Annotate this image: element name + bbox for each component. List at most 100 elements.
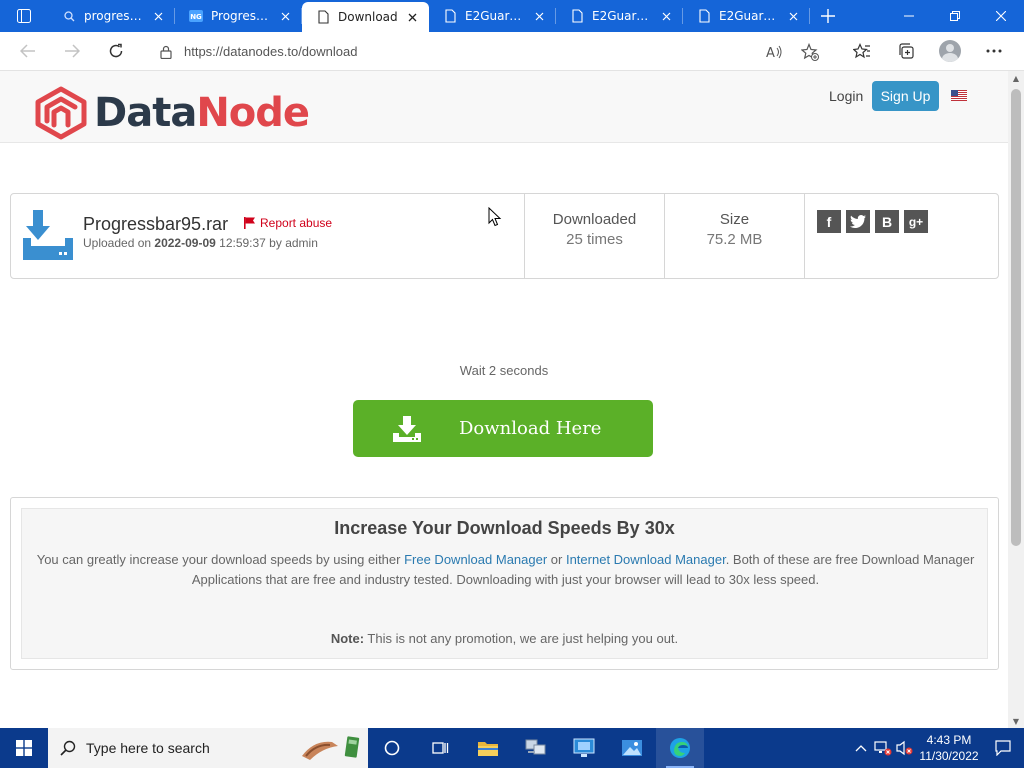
page-viewport: DataNode Login Sign Up Progressbar95.rar… [0, 71, 1008, 728]
back-arrow-icon [20, 44, 35, 58]
login-link[interactable]: Login [829, 88, 863, 104]
restore-button[interactable] [932, 0, 978, 32]
taskbar-search-box[interactable]: Type here to search [48, 728, 368, 768]
remote-desktop-icon [573, 738, 595, 757]
back-button[interactable] [6, 33, 50, 69]
windows-logo-icon [16, 740, 32, 756]
close-icon[interactable] [532, 12, 546, 21]
window-controls [886, 0, 1024, 32]
collections-icon [899, 43, 914, 59]
report-abuse-link[interactable]: Report abuse [244, 216, 332, 230]
system-tray: 4:43 PM 11/30/2022 [850, 728, 1024, 768]
page-scrollbar[interactable]: ▲ ▼ [1008, 71, 1024, 728]
profile-button[interactable] [928, 33, 972, 69]
forward-arrow-icon [65, 44, 80, 58]
chevron-up-icon [855, 745, 867, 752]
remote-desktop-button[interactable] [560, 728, 608, 768]
tab-progressbar[interactable]: NG Progressbar [175, 0, 302, 32]
speed-info-text-part: You can greatly increase your download s… [36, 552, 405, 567]
show-hidden-icons-button[interactable] [850, 728, 872, 768]
scrollbar-thumb[interactable] [1011, 89, 1021, 546]
edge-icon [670, 738, 690, 758]
speed-info-text: You can greatly increase your download s… [34, 550, 977, 590]
forward-button[interactable] [50, 33, 94, 69]
tab-title: E2Guardian [465, 9, 532, 23]
tab-title: E2Guardian [719, 9, 786, 23]
close-icon [996, 11, 1006, 21]
avatar [939, 40, 961, 62]
tab-download-active[interactable]: Download [302, 2, 429, 32]
volume-button[interactable] [894, 728, 916, 768]
tab-title: Download [338, 10, 398, 24]
tab-e2guardian-3[interactable]: E2Guardian [683, 0, 810, 32]
more-dots-icon [986, 49, 1002, 53]
us-flag-icon[interactable] [951, 90, 967, 101]
add-favorite-button[interactable] [792, 34, 828, 70]
start-button[interactable] [0, 728, 48, 768]
favorites-icon [853, 43, 870, 59]
logo-text-node: Node [196, 90, 310, 136]
lock-icon[interactable] [148, 45, 184, 59]
close-icon[interactable] [278, 12, 292, 21]
task-view-button[interactable] [416, 728, 464, 768]
notification-center-button[interactable] [982, 728, 1024, 768]
tab-e2guardian-2[interactable]: E2Guardian [556, 0, 683, 32]
url-text[interactable]: https://datanodes.to/download [184, 44, 357, 59]
blogger-share-button[interactable]: B [875, 210, 899, 233]
downloaded-label: Downloaded [552, 211, 637, 228]
network-status-button[interactable] [872, 728, 894, 768]
promotion-note: Note: This is not any promotion, we are … [22, 631, 987, 646]
speed-info-title: Increase Your Download Speeds By 30x [334, 518, 675, 538]
close-icon[interactable] [405, 13, 419, 22]
report-abuse-label: Report abuse [260, 216, 333, 230]
tab-actions-button[interactable] [0, 0, 48, 32]
tab-progressbar-search[interactable]: progressbar [48, 0, 175, 32]
refresh-button[interactable] [94, 33, 138, 69]
read-aloud-button[interactable]: A [756, 34, 792, 70]
file-explorer-button[interactable] [464, 728, 512, 768]
social-share: f B g+ [804, 194, 999, 278]
speaker-muted-icon [896, 740, 913, 756]
photos-button[interactable] [608, 728, 656, 768]
system-clock[interactable]: 4:43 PM 11/30/2022 [916, 732, 982, 764]
edge-browser-button[interactable] [656, 728, 704, 768]
free-download-manager-link[interactable]: Free Download Manager [404, 552, 547, 567]
tab-e2guardian-1[interactable]: E2Guardian [429, 0, 556, 32]
star-add-icon [801, 42, 819, 61]
speed-info-panel: Increase Your Download Speeds By 30x You… [21, 508, 988, 659]
logo-text: DataNode [94, 90, 310, 136]
close-icon[interactable] [659, 12, 673, 21]
network-computers-icon [525, 739, 546, 755]
datanode-logo[interactable]: DataNode [32, 85, 310, 141]
notification-icon [995, 740, 1011, 756]
close-icon[interactable] [151, 12, 165, 21]
size-stat: Size 75.2 MB [664, 194, 804, 278]
minimize-button[interactable] [886, 0, 932, 32]
task-view-icon [432, 742, 449, 754]
scroll-down-arrow-icon[interactable]: ▼ [1008, 714, 1024, 728]
network-app-button[interactable] [512, 728, 560, 768]
search-highlight-image [300, 734, 360, 762]
address-bar[interactable]: https://datanodes.to/download A [148, 36, 828, 67]
download-file-icon [23, 210, 73, 260]
sign-up-button[interactable]: Sign Up [872, 81, 939, 111]
download-here-button[interactable]: Download Here [353, 400, 653, 457]
favorites-button[interactable] [840, 33, 884, 69]
twitter-share-button[interactable] [846, 210, 870, 233]
settings-menu-button[interactable] [972, 33, 1016, 69]
new-tab-button[interactable] [810, 0, 846, 32]
windows-taskbar: Type here to search 4:43 PM 11/30/2022 [0, 728, 1024, 768]
read-aloud-icon: A [766, 45, 782, 60]
size-value: 75.2 MB [706, 231, 763, 248]
facebook-share-button[interactable]: f [817, 210, 841, 233]
collections-button[interactable] [884, 33, 928, 69]
speed-info-box: Increase Your Download Speeds By 30x You… [10, 497, 999, 670]
scroll-up-arrow-icon[interactable]: ▲ [1008, 71, 1024, 85]
close-window-button[interactable] [978, 0, 1024, 32]
cortana-button[interactable] [368, 728, 416, 768]
internet-download-manager-link[interactable]: Internet Download Manager [566, 552, 726, 567]
search-icon [60, 740, 76, 756]
plus-icon [821, 9, 835, 23]
close-icon[interactable] [786, 12, 800, 21]
googleplus-share-button[interactable]: g+ [904, 210, 928, 233]
